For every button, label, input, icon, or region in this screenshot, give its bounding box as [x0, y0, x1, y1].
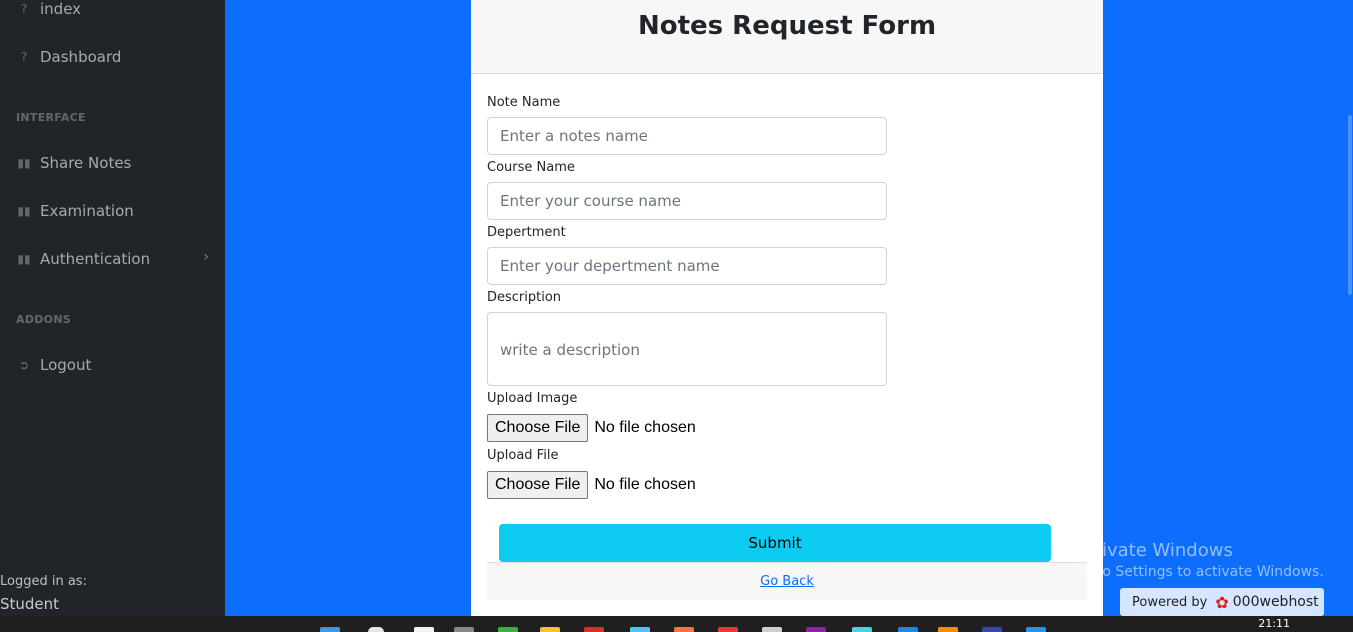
app-icon[interactable] — [852, 627, 872, 632]
sidebar: ? index ? Dashboard INTERFACE ▮▮ Share N… — [0, 0, 225, 616]
sidebar-item-label: Examination — [40, 202, 134, 220]
sidebar-footer: Logged in as: Student — [0, 572, 225, 616]
watermark-subtitle: Go to Settings to activate Windows. — [1073, 564, 1324, 580]
note-name-label: Note Name — [487, 95, 561, 110]
search-icon[interactable] — [368, 627, 384, 632]
upload-file-label: Upload File — [487, 448, 559, 463]
sidebar-item-examination[interactable]: ▮▮ Examination — [16, 199, 134, 223]
upload-image-label: Upload Image — [487, 391, 578, 406]
sidebar-item-dashboard[interactable]: ? Dashboard — [16, 45, 122, 69]
sidebar-item-share-notes[interactable]: ▮▮ Share Notes — [16, 151, 131, 175]
app-icon[interactable] — [898, 627, 918, 632]
scrollbar-thumb[interactable] — [1348, 115, 1352, 295]
upload-image-field: Choose File No file chosen — [487, 414, 696, 442]
sign-out-icon: ➲ — [18, 358, 30, 372]
app-icon[interactable] — [498, 627, 518, 632]
task-view-icon[interactable] — [414, 627, 434, 632]
page-title: Notes Request Form — [637, 10, 937, 41]
powered-by-label: Powered by — [1132, 594, 1208, 610]
sidebar-item-authentication[interactable]: ▮▮ Authentication — [16, 247, 209, 271]
image-file-status: No file chosen — [594, 419, 696, 436]
sidebar-heading-interface: INTERFACE — [16, 111, 86, 124]
course-name-input[interactable] — [487, 182, 887, 220]
app-icon[interactable] — [630, 627, 650, 632]
circle-question-icon: ? — [20, 50, 28, 64]
powered-by-brand: 000webhost — [1232, 594, 1319, 610]
book-icon: ▮▮ — [17, 252, 31, 266]
department-label: Depertment — [487, 225, 566, 240]
card-header: Notes Request Form — [471, 0, 1103, 74]
sidebar-item-label: Logout — [40, 356, 92, 374]
app-icon[interactable] — [674, 627, 694, 632]
app-icon[interactable] — [718, 627, 738, 632]
card-footer: Go Back — [487, 562, 1087, 600]
chrome-icon[interactable] — [584, 627, 604, 632]
taskbar: 21:11 — [0, 616, 1353, 632]
submit-button[interactable]: Submit — [499, 524, 1051, 562]
windows-start-icon[interactable] — [320, 627, 340, 632]
sidebar-item-logout[interactable]: ➲ Logout — [16, 353, 91, 377]
course-name-label: Course Name — [487, 160, 575, 175]
notes-request-card: Notes Request Form Note Name Course Name… — [471, 0, 1103, 616]
sidebar-item-label: Share Notes — [40, 154, 132, 172]
sidebar-item-label: Dashboard — [40, 48, 122, 66]
circle-question-icon: ? — [20, 2, 28, 16]
book-icon: ▮▮ — [17, 204, 31, 218]
app-icon[interactable] — [1026, 627, 1046, 632]
sidebar-item-index[interactable]: ? index — [16, 0, 81, 21]
app-icon[interactable] — [454, 627, 474, 632]
upload-file-field: Choose File No file chosen — [487, 471, 696, 499]
watermark-title: Activate Windows — [1073, 540, 1233, 561]
description-label: Description — [487, 290, 562, 305]
department-input[interactable] — [487, 247, 887, 285]
sidebar-heading-addons: ADDONS — [16, 313, 72, 326]
logged-in-user: Student — [0, 595, 60, 613]
choose-image-button[interactable]: Choose File — [487, 414, 589, 442]
choose-file-button[interactable]: Choose File — [487, 471, 589, 499]
sidebar-item-label: Authentication — [40, 250, 151, 268]
go-back-link[interactable]: Go Back — [760, 574, 814, 589]
description-textarea[interactable] — [487, 312, 887, 386]
taskbar-clock[interactable]: 21:11 — [1258, 617, 1290, 630]
powered-by-badge[interactable]: Powered by ✿ 000webhost — [1120, 588, 1324, 616]
app-icon[interactable] — [982, 627, 1002, 632]
chevron-right-icon[interactable]: › — [203, 249, 209, 265]
webhost-logo-icon: ✿ — [1215, 592, 1229, 612]
note-name-input[interactable] — [487, 117, 887, 155]
windows-activation-watermark: Activate Windows Go to Settings to activ… — [1073, 540, 1324, 580]
logged-in-label: Logged in as: — [0, 574, 87, 589]
file-explorer-icon[interactable] — [540, 627, 560, 632]
sidebar-item-label: index — [40, 0, 82, 18]
file-status: No file chosen — [594, 476, 696, 493]
book-icon: ▮▮ — [17, 156, 31, 170]
app-icon[interactable] — [938, 627, 958, 632]
app-icon[interactable] — [762, 627, 782, 632]
app-icon[interactable] — [806, 627, 826, 632]
page-scrollbar[interactable] — [1347, 0, 1353, 616]
